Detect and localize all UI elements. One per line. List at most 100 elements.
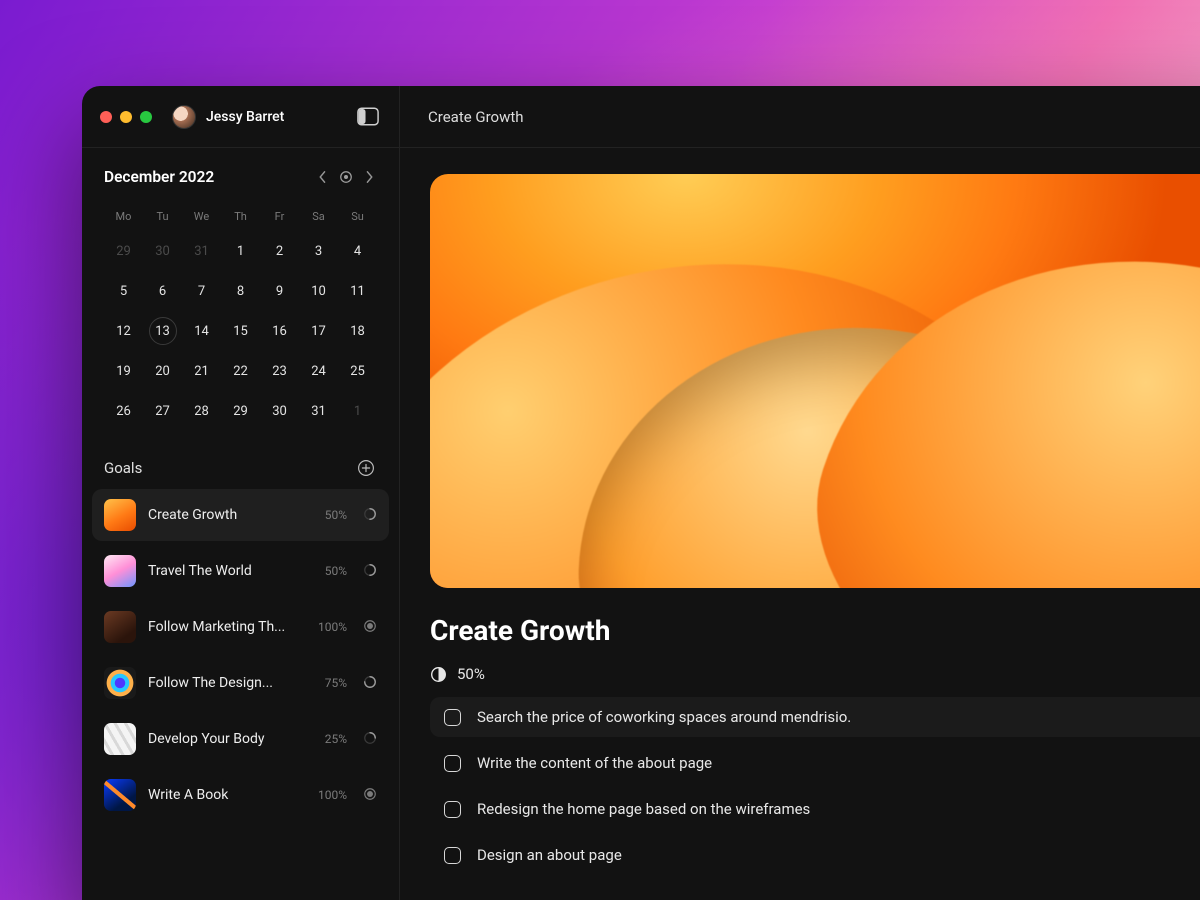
goal-label: Write A Book [148,787,306,803]
calendar-day[interactable]: 27 [143,391,182,431]
add-goal-button[interactable] [355,457,377,479]
calendar-day[interactable]: 21 [182,351,221,391]
calendar-day[interactable]: 26 [104,391,143,431]
step-text: Redesign the home page based on the wire… [477,800,810,818]
calendar-day[interactable]: 11 [338,271,377,311]
calendar-day[interactable]: 17 [299,311,338,351]
chevron-left-icon[interactable] [315,170,329,184]
step-item[interactable]: Write the content of the about page [430,743,1200,783]
step-checkbox[interactable] [444,709,461,726]
calendar-day[interactable]: 31 [182,231,221,271]
calendar-row: 2627282930311 [104,391,377,431]
minimize-window-button[interactable] [120,111,132,123]
goal-label: Follow Marketing Th... [148,619,306,635]
calendar-day[interactable]: 29 [104,231,143,271]
calendar-day[interactable]: 1 [338,391,377,431]
calendar-day[interactable]: 9 [260,271,299,311]
goal-percent: 25% [325,732,347,746]
calendar-day[interactable]: 19 [104,351,143,391]
goal-cover-image [430,174,1200,588]
window-controls [100,111,152,123]
calendar-day[interactable]: 2 [260,231,299,271]
calendar-day[interactable]: 31 [299,391,338,431]
chevron-right-icon[interactable] [363,170,377,184]
calendar-day[interactable]: 25 [338,351,377,391]
calendar-row: 12131415161718 [104,311,377,351]
main-header: Create Growth [400,86,1200,148]
calendar-row: 19202122232425 [104,351,377,391]
step-item[interactable]: Design an about page [430,835,1200,875]
main-panel: Create Growth Create Growth 50% 5 Step [400,86,1200,900]
panel-layout-icon [357,107,379,126]
calendar-day[interactable]: 4 [338,231,377,271]
goal-percent: 75% [325,676,347,690]
calendar-weekday: Su [338,204,377,231]
step-text: Design an about page [477,846,622,864]
calendar-day[interactable]: 12 [104,311,143,351]
calendar-day[interactable]: 22 [221,351,260,391]
calendar-day[interactable]: 18 [338,311,377,351]
calendar-day[interactable]: 15 [221,311,260,351]
calendar-nav [315,170,377,184]
goal-thumbnail [104,667,136,699]
goal-progress-ring-icon [363,786,377,805]
goal-thumbnail [104,779,136,811]
sidebar-goal-item[interactable]: Develop Your Body25% [92,713,389,765]
calendar-day[interactable]: 10 [299,271,338,311]
calendar-day[interactable]: 30 [143,231,182,271]
goal-progress-ring-icon [363,730,377,749]
user-avatar[interactable] [172,105,196,129]
user-name[interactable]: Jessy Barret [206,109,345,125]
calendar: MoTuWeThFrSaSu 2930311234567891011121314… [82,192,399,449]
calendar-day[interactable]: 1 [221,231,260,271]
calendar-day[interactable]: 8 [221,271,260,311]
calendar-weekday: Tu [143,204,182,231]
goal-percent: 50% [325,508,347,522]
step-checkbox[interactable] [444,755,461,772]
calendar-day[interactable]: 3 [299,231,338,271]
calendar-day[interactable]: 16 [260,311,299,351]
calendar-day[interactable]: 13 [143,311,182,351]
step-checkbox[interactable] [444,847,461,864]
step-text: Write the content of the about page [477,754,712,772]
goal-progress-ring-icon [363,506,377,525]
calendar-header: December 2022 [82,148,399,192]
calendar-day[interactable]: 14 [182,311,221,351]
sidebar-goal-item[interactable]: Create Growth50% [92,489,389,541]
app-window: Jessy Barret December 2022 MoTuWeThFr [82,86,1200,900]
sidebar: Jessy Barret December 2022 MoTuWeThFr [82,86,400,900]
sidebar-goal-item[interactable]: Follow Marketing Th...100% [92,601,389,653]
goal-percent: 100% [318,788,347,802]
calendar-today-button[interactable] [339,170,353,184]
sidebar-goal-item[interactable]: Travel The World50% [92,545,389,597]
calendar-day[interactable]: 23 [260,351,299,391]
calendar-day[interactable]: 28 [182,391,221,431]
goals-heading: Goals [104,459,142,477]
goal-thumbnail [104,555,136,587]
goal-thumbnail [104,611,136,643]
goal-progress-label: 50% [457,665,485,683]
goal-thumbnail [104,723,136,755]
goal-label: Travel The World [148,563,313,579]
calendar-weekday: We [182,204,221,231]
close-window-button[interactable] [100,111,112,123]
goal-label: Follow The Design... [148,675,313,691]
sidebar-header: Jessy Barret [82,86,399,148]
maximize-window-button[interactable] [140,111,152,123]
step-checkbox[interactable] [444,801,461,818]
calendar-weekday: Mo [104,204,143,231]
calendar-day[interactable]: 24 [299,351,338,391]
calendar-day[interactable]: 20 [143,351,182,391]
calendar-row: 2930311234 [104,231,377,271]
goal-title: Create Growth [430,614,1200,647]
calendar-day[interactable]: 7 [182,271,221,311]
toggle-sidebar-button[interactable] [355,106,381,128]
sidebar-goal-item[interactable]: Follow The Design... 75% [92,657,389,709]
calendar-day[interactable]: 5 [104,271,143,311]
step-item[interactable]: Redesign the home page based on the wire… [430,789,1200,829]
sidebar-goal-item[interactable]: Write A Book 100% [92,769,389,821]
calendar-day[interactable]: 6 [143,271,182,311]
step-item[interactable]: Search the price of coworking spaces aro… [430,697,1200,737]
calendar-day[interactable]: 29 [221,391,260,431]
calendar-day[interactable]: 30 [260,391,299,431]
